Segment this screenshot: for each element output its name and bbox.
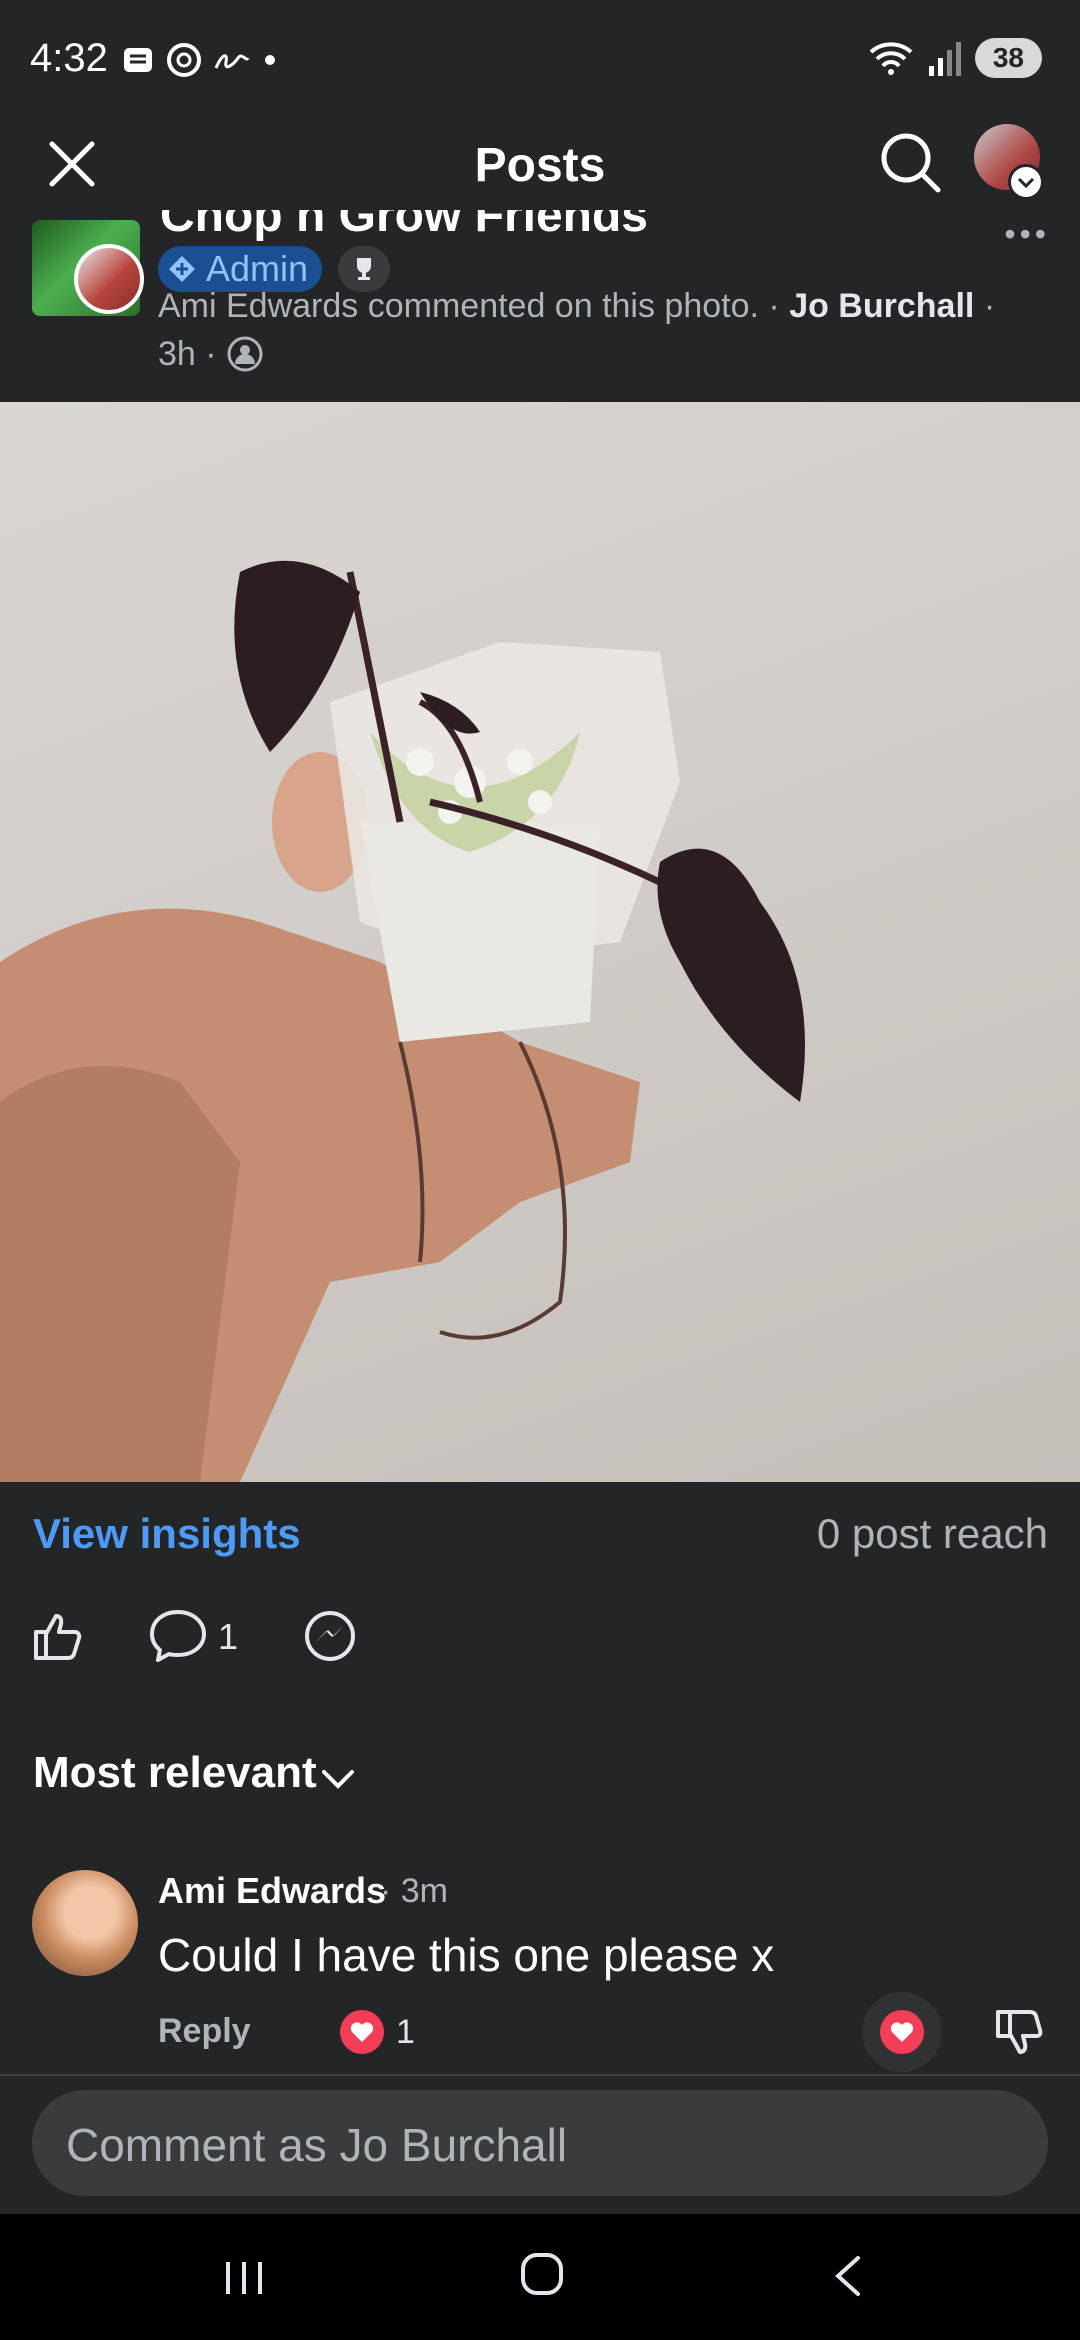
comment-text: Could I have this one please x <box>158 1929 775 1981</box>
system-nav-bar <box>0 2214 1080 2340</box>
signature-icon <box>214 54 250 69</box>
sort-label[interactable]: Most relevant <box>33 1748 317 1798</box>
post-photo[interactable] <box>0 402 1080 1482</box>
post-header: Chop n Grow Friends ••• Admin Ami Edward… <box>0 210 1080 402</box>
home-icon[interactable] <box>520 2252 564 2296</box>
comment-count: 1 <box>218 1616 239 1657</box>
comment-icon[interactable] <box>148 1608 208 1664</box>
members-icon <box>227 336 263 372</box>
comment-reactions[interactable]: 1 <box>340 2010 415 2054</box>
search-icon[interactable] <box>876 128 946 198</box>
dislike-icon[interactable] <box>992 2006 1044 2058</box>
divider <box>0 2074 1080 2076</box>
more-options-icon[interactable]: ••• <box>1004 216 1050 253</box>
chevron-down-icon[interactable] <box>318 1758 358 1798</box>
activity-text: Ami Edwards commented on this photo. · <box>158 287 780 325</box>
reply-button[interactable]: Reply <box>158 2012 251 2051</box>
chevron-down-icon[interactable] <box>1008 164 1044 200</box>
group-name[interactable]: Chop n Grow Friends <box>160 210 648 243</box>
notification-icons <box>120 40 280 80</box>
reaction-count: 1 <box>396 2012 415 2051</box>
comment-item: Ami Edwards · 3m Could I have this one p… <box>0 1860 1080 2072</box>
wifi-icon <box>869 42 913 75</box>
commenter-name[interactable]: Ami Edwards <box>158 1870 386 1912</box>
dot-icon <box>265 55 275 65</box>
plant-photo-illustration <box>0 560 805 1482</box>
view-insights-link[interactable]: View insights <box>33 1510 301 1558</box>
post-activity-line: Ami Edwards commented on this photo. · J… <box>158 282 1038 378</box>
comment-time: · 3m <box>380 1872 448 1910</box>
like-icon[interactable] <box>30 1608 86 1664</box>
status-time: 4:32 <box>30 36 108 80</box>
heart-icon <box>880 2010 924 2054</box>
insights-row: View insights 0 post reach <box>0 1482 1080 1582</box>
admin-diamond-icon <box>169 256 195 282</box>
system-icons: 38 <box>867 38 1042 78</box>
messenger-icon[interactable] <box>302 1608 358 1664</box>
comment-input[interactable]: Comment as Jo Burchall <box>32 2090 1048 2196</box>
comment-placeholder: Comment as Jo Burchall <box>66 2119 568 2171</box>
recents-icon[interactable] <box>222 2258 266 2298</box>
author-name[interactable]: Jo Burchall <box>789 287 974 325</box>
threads-icon <box>167 43 201 77</box>
status-bar: 4:32 38 <box>0 0 1080 120</box>
trophy-icon <box>357 258 371 280</box>
app-header: Posts <box>0 120 1080 208</box>
comment-sort[interactable]: Most relevant <box>0 1740 1080 1810</box>
battery-indicator: 38 <box>974 38 1042 78</box>
app-notification-icon <box>124 48 152 72</box>
love-react-button[interactable] <box>862 1992 942 2072</box>
post-actions: 1 <box>0 1604 1080 1674</box>
heart-icon <box>340 2010 384 2054</box>
back-icon[interactable] <box>830 2254 866 2298</box>
post-reach: 0 post reach <box>816 1510 1048 1557</box>
signal-icon <box>928 42 961 76</box>
commenter-avatar[interactable] <box>32 1870 138 1976</box>
author-avatar[interactable] <box>74 244 144 314</box>
